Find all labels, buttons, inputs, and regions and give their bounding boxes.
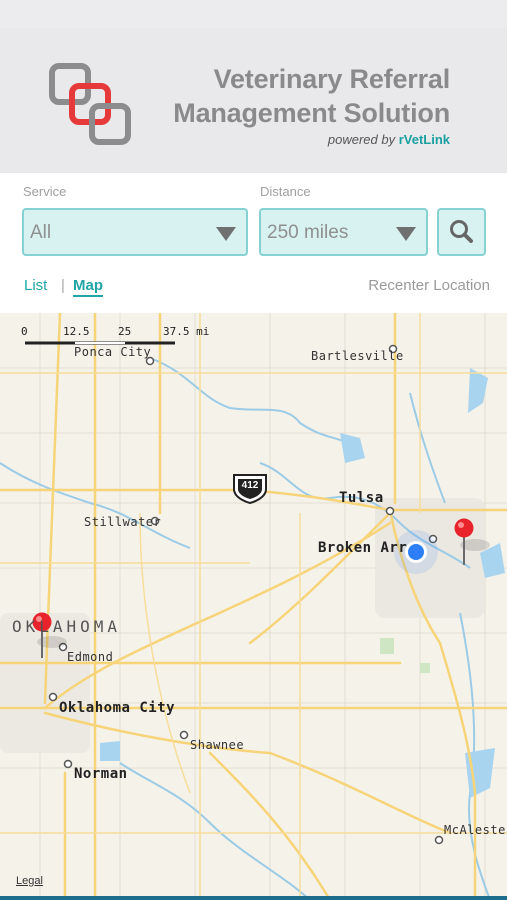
city-mcalester: McAlester [444,823,507,837]
city-tulsa: Tulsa [339,490,384,506]
recenter-location-link[interactable]: Recenter Location [368,277,490,294]
chevron-down-icon [396,227,416,241]
brand-name: rVetLink [398,132,450,147]
title-line-2: Management Solution [173,98,450,128]
highway-shield-label: 412 [241,480,259,491]
search-button[interactable] [437,208,486,256]
map-view[interactable]: 0 12.5 25 37.5 mi Ponca City Bartlesvill… [0,313,507,900]
city-ponca-city: Ponca City [74,345,152,359]
service-label: Service [23,184,67,199]
powered-prefix: powered by [327,132,399,147]
scale-label-25: 25 [118,325,132,338]
map-canvas [0,313,507,900]
service-select[interactable]: All [22,208,248,256]
scale-label-12-5: 12.5 [63,325,90,338]
city-bartlesville: Bartlesville [311,349,404,363]
filter-panel: Service All Distance 250 miles List | Ma… [0,173,507,313]
map-view-link[interactable]: Map [73,277,103,297]
powered-by: powered by rVetLink [150,132,450,147]
city-oklahoma-city: Oklahoma City [59,700,176,716]
chevron-down-icon [216,227,236,241]
city-norman: Norman [74,766,128,782]
city-stillwater: Stillwater [84,515,162,529]
status-bar [0,0,507,28]
scale-label-37-5: 37.5 mi [163,325,210,338]
logo-icon [49,63,131,145]
distance-value: 250 miles [267,222,349,243]
city-broken-arrow: Broken Arr [318,540,408,556]
legal-link[interactable]: Legal [16,875,43,887]
distance-select[interactable]: 250 miles [259,208,428,256]
title-line-1: Veterinary Referral [213,64,451,94]
bottom-bar [0,896,507,900]
city-edmond: Edmond [67,650,114,664]
app-title: Veterinary Referral Management Solution … [150,62,450,147]
city-shawnee: Shawnee [190,738,245,752]
state-label: OKLAHOMA [12,617,122,636]
app-header: Veterinary Referral Management Solution … [0,28,507,173]
scale-label-0: 0 [21,325,28,338]
search-icon [450,220,473,243]
list-view-link[interactable]: List [24,277,47,294]
view-toggle: List | Map Recenter Location [0,273,507,303]
service-value: All [30,222,52,243]
distance-label: Distance [260,184,311,199]
view-separator: | [61,277,65,294]
